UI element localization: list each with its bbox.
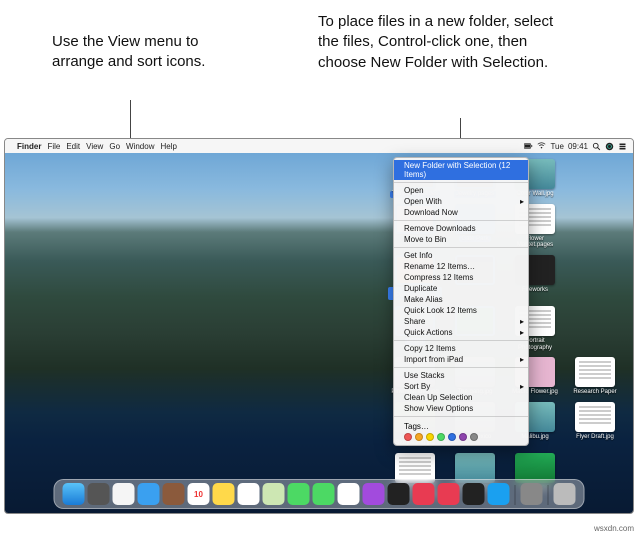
dock-stocks-icon[interactable] xyxy=(463,483,485,505)
mac-desktop-screen: Finder File Edit View Go Window Help Tue 09:4… xyxy=(4,138,634,514)
context-menu-item[interactable]: Rename 12 Items… xyxy=(394,261,528,272)
file-label: Flyer Draft.jpg xyxy=(576,434,614,441)
dock-mail-icon[interactable] xyxy=(138,483,160,505)
context-menu-item[interactable]: Move to Bin xyxy=(394,234,528,245)
context-menu-item[interactable]: Sort By xyxy=(394,381,528,392)
dock-photos-icon[interactable] xyxy=(338,483,360,505)
menu-separator xyxy=(394,340,528,341)
context-menu-item[interactable]: Open xyxy=(394,185,528,196)
file-thumbnail xyxy=(575,402,615,432)
wifi-icon xyxy=(537,142,546,151)
menu-view[interactable]: View xyxy=(86,142,103,151)
dock-notes-icon[interactable] xyxy=(213,483,235,505)
dock-maps-icon[interactable] xyxy=(263,483,285,505)
file-label: Research Paper xyxy=(573,389,616,396)
dock-messages-icon[interactable] xyxy=(288,483,310,505)
context-menu-item[interactable]: Import from iPad xyxy=(394,354,528,365)
menu-edit[interactable]: Edit xyxy=(66,142,80,151)
context-menu: New Folder with Selection (12 Items) Ope… xyxy=(393,157,529,446)
status-area: Tue 09:41 xyxy=(524,142,627,151)
context-menu-item[interactable]: Open With xyxy=(394,196,528,207)
context-menu-item[interactable]: Quick Actions xyxy=(394,327,528,338)
context-menu-item[interactable]: Clean Up Selection xyxy=(394,392,528,403)
context-menu-item[interactable]: Copy 12 Items xyxy=(394,343,528,354)
file-thumbnail xyxy=(575,357,615,387)
context-menu-item-new-folder-selection[interactable]: New Folder with Selection (12 Items) xyxy=(394,160,528,180)
siri-icon[interactable] xyxy=(605,142,614,151)
menu-file[interactable]: File xyxy=(47,142,60,151)
callout-left: Use the View menu to arrange and sort ic… xyxy=(52,32,252,73)
dock-trash-icon[interactable] xyxy=(554,483,576,505)
menu-separator xyxy=(394,367,528,368)
dock-facetime-icon[interactable] xyxy=(313,483,335,505)
search-icon[interactable] xyxy=(592,142,601,151)
desktop-icon[interactable]: Research Paper xyxy=(567,357,623,396)
context-menu-item[interactable]: Download Now xyxy=(394,207,528,218)
callout-right: To place files in a new folder, select t… xyxy=(318,12,558,73)
dock-separator xyxy=(515,485,516,505)
menu-separator xyxy=(394,220,528,221)
dock-podcasts-icon[interactable] xyxy=(363,483,385,505)
dock-launchpad-icon[interactable] xyxy=(88,483,110,505)
tags-label: Tags… xyxy=(404,422,518,431)
context-menu-item[interactable]: Get Info xyxy=(394,250,528,261)
context-menu-item[interactable]: Make Alias xyxy=(394,294,528,305)
dock-separator xyxy=(548,485,549,505)
clock-day: Tue xyxy=(550,142,564,151)
context-menu-item[interactable]: Quick Look 12 Items xyxy=(394,305,528,316)
menu-separator xyxy=(394,416,528,417)
dock-reminders-icon[interactable] xyxy=(238,483,260,505)
menu-separator xyxy=(394,247,528,248)
dock-tv-icon[interactable] xyxy=(388,483,410,505)
desktop-icon[interactable]: Flyer Draft.jpg xyxy=(567,402,623,447)
watermark: wsxdn.com xyxy=(594,524,634,533)
annotation-area: Use the View menu to arrange and sort ic… xyxy=(0,0,638,138)
dock-prefs-icon[interactable] xyxy=(521,483,543,505)
menu-separator xyxy=(394,182,528,183)
dock-music-icon[interactable] xyxy=(413,483,435,505)
context-menu-item[interactable]: Show View Options xyxy=(394,403,528,414)
context-menu-tags[interactable]: Tags… xyxy=(394,419,528,443)
menu-help[interactable]: Help xyxy=(160,142,176,151)
dock-safari-icon[interactable] xyxy=(113,483,135,505)
context-menu-item[interactable]: Duplicate xyxy=(394,283,528,294)
dock-calendar-icon[interactable]: 10 xyxy=(188,483,210,505)
context-menu-item[interactable]: Share xyxy=(394,316,528,327)
dock-finder-icon[interactable] xyxy=(63,483,85,505)
dock-appstore-icon[interactable] xyxy=(488,483,510,505)
notification-center-icon[interactable] xyxy=(618,142,627,151)
menubar: Finder File Edit View Go Window Help Tue 09:4… xyxy=(5,139,633,153)
context-menu-item[interactable]: Remove Downloads xyxy=(394,223,528,234)
clock-time: 09:41 xyxy=(568,142,588,151)
menu-window[interactable]: Window xyxy=(126,142,154,151)
context-menu-item[interactable]: Compress 12 Items xyxy=(394,272,528,283)
app-name[interactable]: Finder xyxy=(17,142,41,151)
battery-icon xyxy=(524,142,533,151)
dock-news-icon[interactable] xyxy=(438,483,460,505)
dock-container: 10 xyxy=(54,479,585,509)
dock-contacts-icon[interactable] xyxy=(163,483,185,505)
desktop-wallpaper[interactable]: Temporary SlidesJewelry pagesColor Wall.… xyxy=(5,153,633,513)
menu-go[interactable]: Go xyxy=(109,142,120,151)
context-menu-item[interactable]: Use Stacks xyxy=(394,370,528,381)
dock: 10 xyxy=(54,479,585,509)
